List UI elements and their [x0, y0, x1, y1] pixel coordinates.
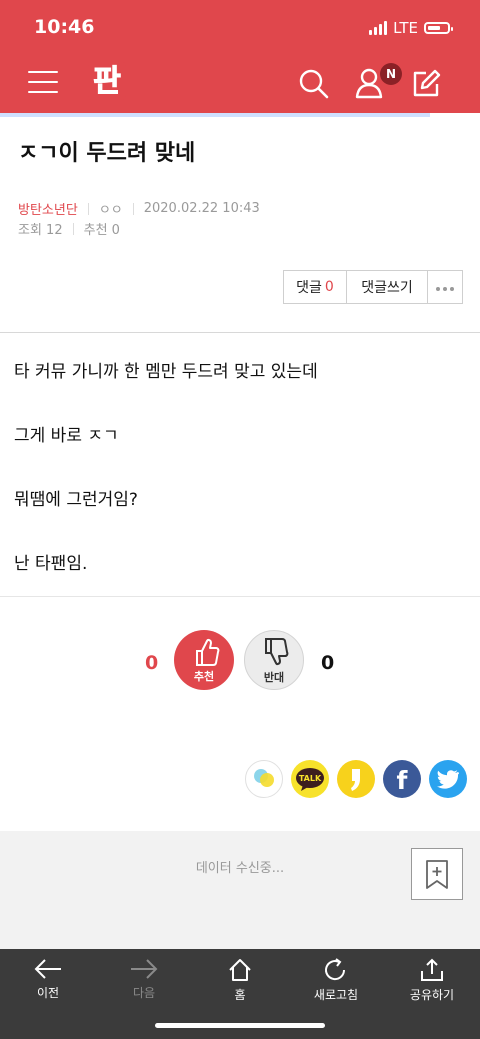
share-icon	[421, 958, 443, 981]
comments-button[interactable]: 댓글 0	[284, 271, 347, 303]
facebook-share-button[interactable]: f	[383, 760, 421, 798]
page-progress-bar	[0, 113, 430, 117]
divider	[0, 332, 480, 333]
kakaotalk-icon: TALK	[296, 768, 324, 791]
thumbs-up-icon	[196, 638, 220, 666]
arrow-left-icon	[34, 959, 61, 979]
menu-button[interactable]	[28, 71, 58, 97]
kakaostory-share-button[interactable]	[337, 760, 375, 798]
share-more-button[interactable]	[245, 760, 283, 798]
recommend-count: 추천 0	[83, 223, 120, 238]
share-more-icon	[254, 769, 274, 787]
edit-icon	[413, 69, 441, 97]
search-icon	[299, 69, 329, 99]
upvote-label: 추천	[193, 670, 215, 683]
kakaotalk-share-button[interactable]: TALK	[291, 760, 329, 798]
post-stats: 조회 12 추천 0	[18, 219, 120, 238]
network-type: LTE	[393, 19, 418, 37]
nav-next-label: 다음	[132, 986, 156, 1000]
notification-badge[interactable]: N	[380, 63, 402, 85]
loading-text: 데이터 수신중...	[195, 861, 285, 876]
twitter-share-button[interactable]	[429, 760, 467, 798]
divider	[87, 202, 89, 215]
menu-icon-line	[28, 91, 58, 93]
comment-count: 0	[324, 279, 334, 295]
view-count: 조회 12	[18, 223, 63, 238]
post-title: ㅈㄱ이 두드려 맞네	[18, 141, 196, 166]
downvote-count: 0	[321, 652, 335, 674]
svg-text:TALK: TALK	[299, 774, 322, 783]
write-comment-button[interactable]: 댓글쓰기	[347, 271, 428, 303]
divider	[0, 596, 480, 597]
more-icon	[435, 279, 456, 295]
upvote-button[interactable]: 추천	[174, 630, 234, 690]
post-actions: 댓글 0 댓글쓰기	[283, 270, 463, 304]
svg-text:f: f	[397, 766, 409, 795]
nav-back-label: 이전	[36, 986, 60, 1000]
pann-logo[interactable]: 판	[86, 60, 128, 102]
divider	[72, 222, 74, 235]
home-indicator	[155, 1023, 325, 1028]
nav-next-button[interactable]: 다음	[104, 958, 184, 1001]
divider	[132, 202, 134, 215]
search-button[interactable]	[298, 68, 330, 100]
post-category[interactable]: 방탄소년단	[18, 199, 78, 218]
nav-back-button[interactable]: 이전	[8, 958, 88, 1001]
battery-icon	[424, 22, 453, 34]
post-datetime: 2020.02.22 10:43	[143, 201, 260, 216]
downvote-label: 반대	[263, 671, 285, 684]
comments-label: 댓글	[296, 280, 322, 296]
status-indicators: LTE	[369, 19, 453, 37]
svg-text:판: 판	[93, 64, 121, 99]
refresh-icon	[325, 958, 346, 981]
bookmark-add-icon	[426, 860, 448, 889]
facebook-icon: f	[397, 766, 409, 795]
nav-share-button[interactable]: 공유하기	[392, 958, 472, 1003]
post-paragraph: 그게 바로 ㅈㄱ	[14, 426, 119, 446]
downvote-button[interactable]: 반대	[244, 630, 304, 690]
arrow-right-icon	[131, 959, 158, 979]
post-meta: 방탄소년단 ㅇㅇ 2020.02.22 10:43	[18, 199, 260, 218]
post-paragraph: 타 커뮤 가니까 한 멤만 두드려 맞고 있는데	[14, 362, 318, 382]
more-options-button[interactable]	[428, 271, 462, 303]
signal-icon	[369, 21, 388, 35]
bookmark-button[interactable]	[411, 848, 463, 900]
nav-home-button[interactable]: 홈	[200, 958, 280, 1003]
nav-home-label: 홈	[234, 988, 246, 1002]
post-author: ㅇㅇ	[98, 203, 123, 218]
twitter-icon	[437, 770, 459, 789]
home-icon	[229, 959, 251, 981]
menu-icon-line	[28, 81, 58, 83]
post-paragraph: 뭐땜에 그런거임?	[14, 490, 138, 510]
kakaostory-icon	[351, 769, 360, 791]
nav-refresh-label: 새로고침	[313, 988, 359, 1002]
write-post-button[interactable]	[410, 68, 442, 100]
upvote-count: 0	[145, 652, 159, 674]
nav-share-label: 공유하기	[409, 988, 455, 1002]
status-time: 10:46	[34, 16, 95, 38]
thumbs-down-icon	[265, 638, 289, 666]
post-paragraph: 난 타팬임.	[14, 554, 88, 574]
comments-loading-area	[0, 831, 480, 949]
menu-icon-line	[28, 71, 58, 73]
nav-refresh-button[interactable]: 새로고침	[296, 958, 376, 1003]
